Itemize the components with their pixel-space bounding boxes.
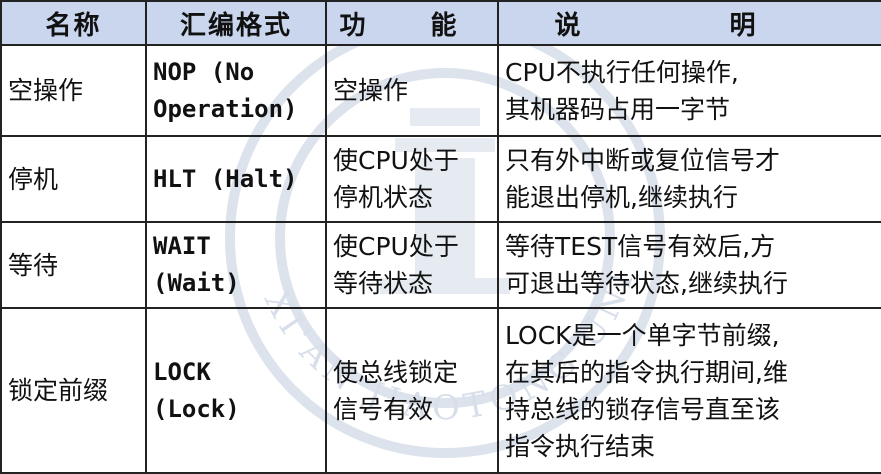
table-row: 锁定前缀 LOCK (Lock) 使总线锁定 信号有效 LOCK是一个单字节前缀… <box>0 307 881 474</box>
cell-name: 等待 <box>0 221 147 310</box>
cell-name: 停机 <box>0 135 147 224</box>
cell-format: HLT (Halt) <box>145 135 327 224</box>
cell-format: LOCK (Lock) <box>145 307 327 474</box>
cell-function: 空操作 <box>325 43 499 138</box>
cell-function: 使CPU处于 停机状态 <box>325 135 499 224</box>
format-line: (Lock) <box>153 394 240 423</box>
instruction-table: 名称 汇编格式 功 能 说 明 空操作 NOP (No Operation) 空… <box>0 0 881 474</box>
format-line: WAIT <box>153 232 211 261</box>
header-format: 汇编格式 <box>145 0 327 46</box>
cell-description: 等待TEST信号有效后,方 可退出等待状态,继续执行 <box>497 221 881 310</box>
description-line: 在其后的指令执行期间,维 <box>505 357 788 387</box>
format-line: (Wait) <box>153 269 240 298</box>
description-line: 只有外中断或复位信号才 <box>505 146 781 176</box>
format-line: NOP (No <box>153 57 255 86</box>
function-line: 等待状态 <box>333 269 434 299</box>
description-line: LOCK是一个单字节前缀, <box>505 320 780 350</box>
cell-format: NOP (No Operation) <box>145 43 327 138</box>
header-function: 功 能 <box>325 0 499 46</box>
function-line: 使CPU处于 <box>333 146 459 176</box>
format-line: Operation) <box>153 94 298 123</box>
description-line: 能退出停机,继续执行 <box>505 183 738 213</box>
function-line: 信号有效 <box>333 394 434 424</box>
table-header-row: 名称 汇编格式 功 能 说 明 <box>0 0 881 46</box>
function-line: 使总线锁定 <box>333 357 459 387</box>
cell-function: 使总线锁定 信号有效 <box>325 307 499 474</box>
cell-description: 只有外中断或复位信号才 能退出停机,继续执行 <box>497 135 881 224</box>
cell-function: 使CPU处于 等待状态 <box>325 221 499 310</box>
description-line: 可退出等待状态,继续执行 <box>505 269 788 299</box>
header-description: 说 明 <box>497 0 881 46</box>
function-line: 空操作 <box>333 76 409 106</box>
header-name: 名称 <box>0 0 147 46</box>
cell-format: WAIT (Wait) <box>145 221 327 310</box>
description-line: CPU不执行任何操作, <box>505 57 739 87</box>
function-line: 使CPU处于 <box>333 232 459 262</box>
description-line: 指令执行结束 <box>505 431 656 461</box>
cell-name: 锁定前缀 <box>0 307 147 474</box>
cell-name: 空操作 <box>0 43 147 138</box>
table-row: 停机 HLT (Halt) 使CPU处于 停机状态 只有外中断或复位信号才 能退… <box>0 135 881 224</box>
cell-description: LOCK是一个单字节前缀, 在其后的指令执行期间,维 持总线的锁存信号直至该 指… <box>497 307 881 474</box>
description-line: 持总线的锁存信号直至该 <box>505 394 781 424</box>
format-line: HLT (Halt) <box>153 164 298 193</box>
table-row: 等待 WAIT (Wait) 使CPU处于 等待状态 等待TEST信号有效后,方… <box>0 221 881 310</box>
function-line: 停机状态 <box>333 183 434 213</box>
description-line: 等待TEST信号有效后,方 <box>505 232 776 262</box>
table-row: 空操作 NOP (No Operation) 空操作 CPU不执行任何操作, 其… <box>0 43 881 138</box>
format-line: LOCK <box>153 357 211 386</box>
cell-description: CPU不执行任何操作, 其机器码占用一字节 <box>497 43 881 138</box>
description-line: 其机器码占用一字节 <box>505 94 731 124</box>
